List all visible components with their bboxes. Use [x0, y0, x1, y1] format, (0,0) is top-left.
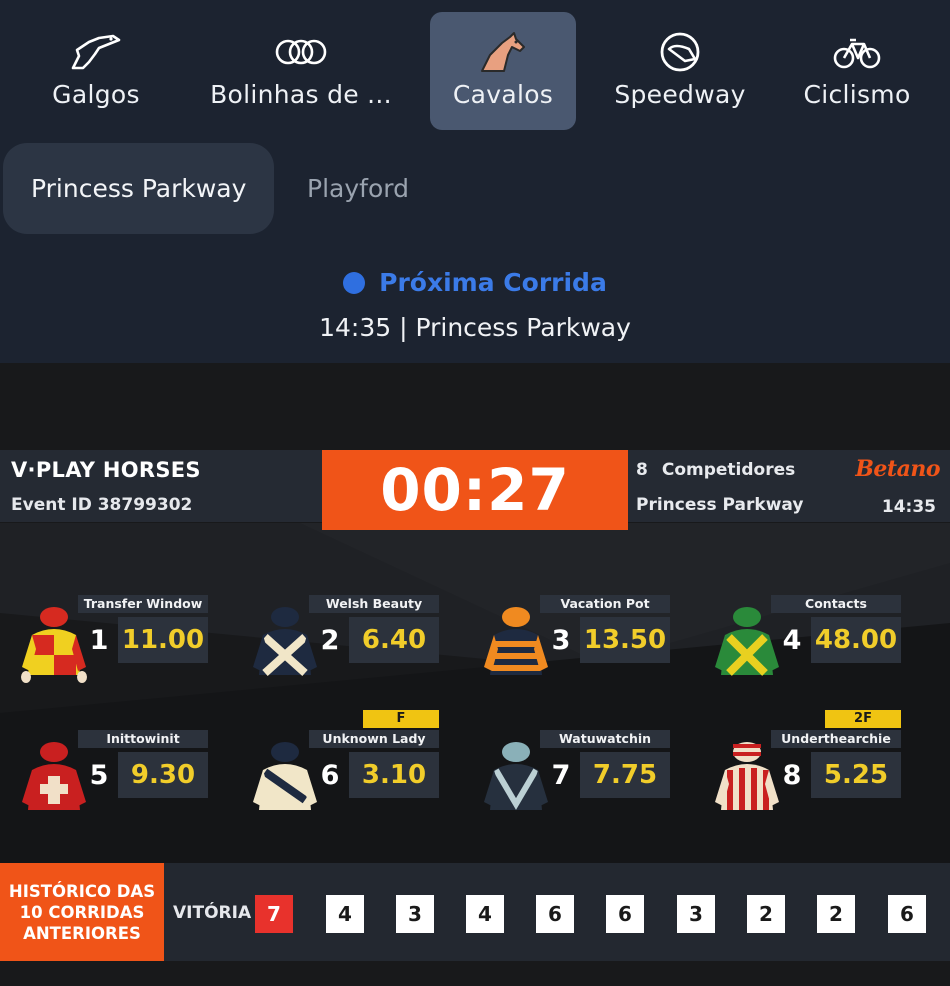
- favorite-badge: F: [363, 710, 439, 728]
- runner-card[interactable]: Vacation Pot 3 13.50: [472, 595, 672, 695]
- runner-name: Contacts: [771, 595, 901, 613]
- history-result: 7: [255, 895, 293, 933]
- favorite-badge: 2F: [825, 710, 901, 728]
- horse-icon: [476, 30, 530, 74]
- runner-card[interactable]: Welsh Beauty 2 6.40: [241, 595, 441, 695]
- event-id: Event ID 38799302: [11, 495, 193, 515]
- runner-odds[interactable]: 48.00: [811, 617, 901, 663]
- tab-galgos[interactable]: Galgos: [20, 12, 172, 130]
- runner-name: Transfer Window: [78, 595, 208, 613]
- race-stream[interactable]: V·PLAY HORSES Event ID 38799302 00:27 8 …: [0, 363, 950, 986]
- bicycle-icon: [832, 30, 882, 74]
- live-dot-icon: [343, 271, 366, 294]
- history-result: 2: [747, 895, 785, 933]
- history-result: 3: [396, 895, 434, 933]
- history-result: 4: [326, 895, 364, 933]
- history-result: 6: [606, 895, 644, 933]
- venue-tab-princess-parkway[interactable]: Princess Parkway: [3, 143, 275, 234]
- competitors-label: Competidores: [661, 460, 796, 480]
- stream-topbar: V·PLAY HORSES Event ID 38799302 00:27 8 …: [0, 450, 950, 530]
- history-result: 6: [888, 895, 926, 933]
- runner-number: 4: [782, 624, 802, 656]
- runner-card[interactable]: Transfer Window 1 11.00: [10, 595, 210, 695]
- runner-name: Welsh Beauty: [309, 595, 439, 613]
- tab-ciclismo[interactable]: Ciclismo: [786, 12, 928, 130]
- stream-time: 14:35: [881, 497, 936, 517]
- runner-card[interactable]: Inittowinit 5 9.30: [10, 730, 210, 830]
- runner-name: Watuwatchin: [540, 730, 670, 748]
- runner-odds[interactable]: 11.00: [118, 617, 208, 663]
- tab-label: Bolinhas de ...: [210, 80, 392, 109]
- runner-odds[interactable]: 5.25: [811, 752, 901, 798]
- runner-card[interactable]: F Unknown Lady 6 3.10: [241, 710, 441, 830]
- history-label: HISTÓRICO DAS 10 CORRIDAS ANTERIORES: [0, 863, 164, 961]
- countdown-timer: 00:27: [322, 450, 628, 530]
- next-race-subtitle: 14:35 | Princess Parkway: [319, 313, 631, 342]
- runner-number: 5: [89, 759, 109, 791]
- tab-speedway[interactable]: Speedway: [600, 12, 760, 130]
- history-result: 2: [817, 895, 855, 933]
- tab-label: Ciclismo: [803, 80, 911, 109]
- sport-tabs: Galgos Bolinhas de ... Cavalos Speedway …: [0, 0, 950, 140]
- history-result: 6: [536, 895, 574, 933]
- history-label-line: 10 CORRIDAS: [19, 902, 145, 922]
- tab-label: Speedway: [614, 80, 746, 109]
- venue-tab-label: Playford: [307, 174, 409, 203]
- history-result: 4: [466, 895, 504, 933]
- runner-name: Vacation Pot: [540, 595, 670, 613]
- runner-odds[interactable]: 13.50: [580, 617, 670, 663]
- runner-card[interactable]: Contacts 4 48.00: [703, 595, 903, 695]
- venue-tab-label: Princess Parkway: [31, 174, 247, 203]
- lottery-balls-icon: [274, 30, 328, 74]
- runner-odds[interactable]: 7.75: [580, 752, 670, 798]
- runner-odds[interactable]: 6.40: [349, 617, 439, 663]
- win-label: VITÓRIA: [173, 903, 252, 923]
- runner-number: 1: [89, 624, 109, 656]
- history-label-line: HISTÓRICO DAS: [8, 881, 156, 901]
- runner-odds[interactable]: 3.10: [349, 752, 439, 798]
- betano-logo: Betano: [855, 456, 940, 482]
- next-race-header: Próxima Corrida 14:35 | Princess Parkway: [0, 268, 950, 342]
- runner-name: Underthearchie: [771, 730, 901, 748]
- runner-number: 6: [320, 759, 340, 791]
- runner-name: Unknown Lady: [309, 730, 439, 748]
- tab-label: Cavalos: [452, 80, 554, 109]
- history-label-line: ANTERIORES: [23, 923, 141, 943]
- stream-brand: V·PLAY HORSES: [11, 458, 201, 482]
- next-race-title: Próxima Corrida: [379, 268, 607, 297]
- runner-card[interactable]: Watuwatchin 7 7.75: [472, 730, 672, 830]
- tab-cavalos[interactable]: Cavalos: [430, 12, 576, 130]
- runner-number: 3: [551, 624, 571, 656]
- runner-number: 2: [320, 624, 340, 656]
- runner-name: Inittowinit: [78, 730, 208, 748]
- tab-bolinhas[interactable]: Bolinhas de ...: [196, 12, 406, 130]
- runner-odds[interactable]: 9.30: [118, 752, 208, 798]
- runner-number: 7: [551, 759, 571, 791]
- tab-label: Galgos: [52, 80, 140, 109]
- competitors-count: 8: [636, 460, 648, 480]
- stream-venue: Princess Parkway: [636, 495, 804, 515]
- greyhound-icon: [69, 30, 123, 74]
- helmet-icon: [655, 30, 705, 74]
- race-history-bar: HISTÓRICO DAS 10 CORRIDAS ANTERIORES VIT…: [0, 863, 950, 961]
- runner-number: 8: [782, 759, 802, 791]
- venue-tab-playford[interactable]: Playford: [279, 143, 437, 234]
- history-result: 3: [677, 895, 715, 933]
- runner-card[interactable]: 2F Underthearchie 8 5.25: [703, 710, 903, 830]
